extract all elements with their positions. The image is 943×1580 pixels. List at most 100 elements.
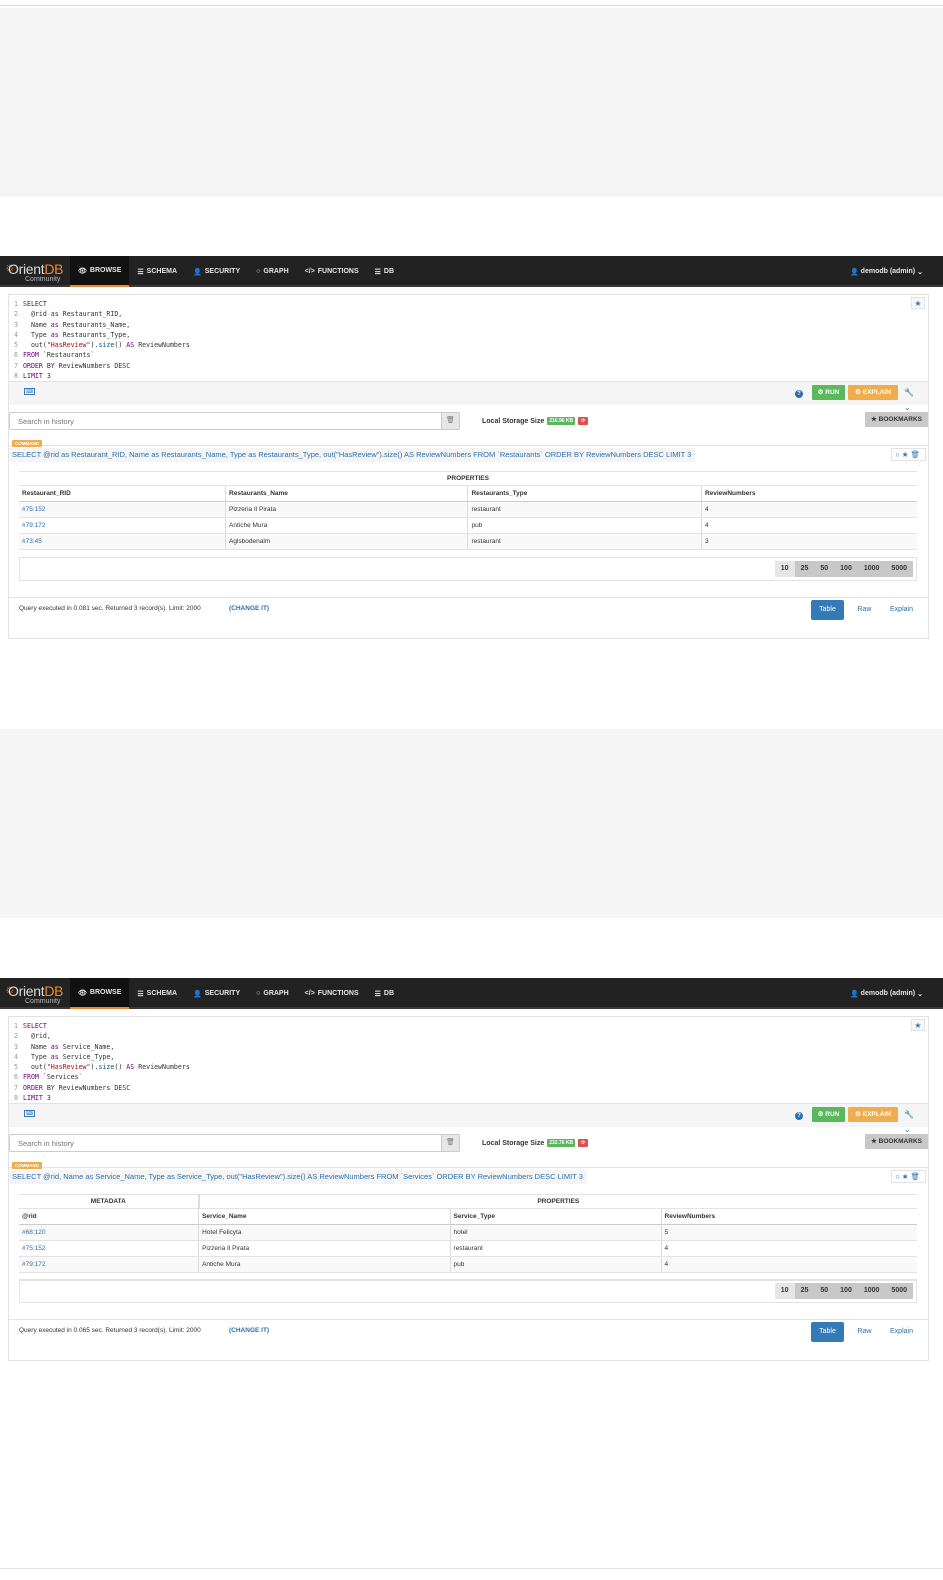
user-menu[interactable]: 👤 demodb (admin) ⌄ <box>850 978 923 1009</box>
code-text: Name as Service_Name, <box>23 1042 115 1051</box>
column-header[interactable]: Service_Type <box>449 1208 662 1225</box>
page-size-option[interactable]: 50 <box>814 1283 834 1299</box>
nav-item-functions[interactable]: </> FUNCTIONS <box>297 978 367 1009</box>
nav-item-label: SECURITY <box>204 268 241 275</box>
history-search: 🗑 <box>9 1134 460 1152</box>
page-size-option[interactable]: 1000 <box>858 1283 886 1299</box>
table-cell: Hotel Felicyta <box>198 1224 451 1241</box>
nav-item-label: BROWSE <box>89 267 122 274</box>
code-line: 4 Type as Restaurants_Type, <box>9 330 914 340</box>
query-editor[interactable]: 1 SELECT 2 @rid, 3 Name as Service_Name, 4 T… <box>9 1021 914 1105</box>
user-menu[interactable]: 👤 demodb (admin) ⌄ <box>850 256 923 287</box>
nav-item-browse[interactable]: 👁 BROWSE <box>70 978 130 1009</box>
change-limit-link[interactable]: (CHANGE IT) <box>229 1327 269 1334</box>
view-tab-explain[interactable]: Explain <box>885 600 918 620</box>
column-header[interactable]: Restaurants_Type <box>467 485 702 502</box>
page-size-option[interactable]: 25 <box>795 561 815 577</box>
line-number: 2 <box>14 310 18 319</box>
run-button[interactable]: ⚙ RUN <box>812 385 845 400</box>
clear-storage-button[interactable]: ⟳ <box>578 1139 589 1147</box>
nav-item-browse[interactable]: 👁 BROWSE <box>70 256 130 287</box>
help-icon[interactable]: ? <box>795 390 803 398</box>
line-number: 7 <box>14 361 18 370</box>
record-id-link[interactable]: #79:172 <box>19 1256 199 1273</box>
column-group-row: METADATA PROPERTIES <box>19 1194 917 1209</box>
bookmark-star-button[interactable]: ★ <box>911 1019 925 1031</box>
nav-item-functions[interactable]: </> FUNCTIONS <box>297 256 367 287</box>
result-actions: ○★🗑 <box>891 448 926 461</box>
bookmarks-button[interactable]: ★ BOOKMARKS <box>865 1134 928 1149</box>
keyboard-icon[interactable]: ⌨ <box>24 388 35 395</box>
page-size-option[interactable]: 10 <box>774 1283 795 1299</box>
bookmarks-button[interactable]: ★ BOOKMARKS <box>865 412 928 427</box>
executed-query[interactable]: SELECT @rid, Name as Service_Name, Type … <box>9 1170 587 1184</box>
column-header[interactable]: Restaurant_RID <box>19 485 226 502</box>
record-id-link[interactable]: #75:152 <box>19 501 226 518</box>
column-header[interactable]: @rid <box>19 1208 199 1225</box>
table-cell: 4 <box>660 1240 917 1257</box>
query-status: Query executed in 0.065 sec. Returned 3 … <box>19 1327 201 1334</box>
column-header[interactable]: ReviewNumbers <box>660 1208 917 1225</box>
settings-wrench-button[interactable]: 🔧⌄ <box>904 385 920 412</box>
page-size-option[interactable]: 100 <box>834 561 858 577</box>
view-tab-table[interactable]: Table <box>811 600 844 620</box>
column-header[interactable]: ReviewNumbers <box>700 485 917 502</box>
help-icon[interactable]: ? <box>795 1112 803 1120</box>
nav-item-security[interactable]: 👤 SECURITY <box>185 256 248 287</box>
bookmark-star-button[interactable]: ★ <box>911 297 925 309</box>
run-button[interactable]: ⚙ RUN <box>812 1107 845 1122</box>
trash-icon[interactable]: 🗑 <box>910 450 922 459</box>
view-tab-explain[interactable]: Explain <box>885 1322 918 1342</box>
page-size-option[interactable]: 10 <box>774 561 795 577</box>
result-footer: Query executed in 0.081 sec. Returned 3 … <box>9 597 928 621</box>
executed-query[interactable]: SELECT @rid as Restaurant_RID, Name as R… <box>9 448 696 462</box>
page-size-option[interactable]: 1000 <box>858 561 886 577</box>
page-size-option[interactable]: 100 <box>834 1283 858 1299</box>
record-id-link[interactable]: #75:152 <box>19 1240 199 1257</box>
clear-storage-button[interactable]: ⟳ <box>578 417 589 425</box>
local-storage-info: Local Storage Size 216.96 KB ⟳ <box>482 417 589 425</box>
clear-history-button[interactable]: 🗑 <box>441 1135 459 1151</box>
nav-item-graph[interactable]: ○ GRAPH <box>248 978 297 1009</box>
page-size-option[interactable]: 25 <box>795 1283 815 1299</box>
view-tabs: Table Raw Explain <box>811 600 918 620</box>
editor-toolbar: ⌨ ? ⚙ RUN ⚙ EXPLAIN 🔧⌄ <box>9 1103 928 1134</box>
view-tab-raw[interactable]: Raw <box>848 1322 881 1342</box>
page-size-option[interactable]: 50 <box>814 561 834 577</box>
change-limit-link[interactable]: (CHANGE IT) <box>229 605 269 612</box>
history-search-input[interactable] <box>10 413 441 429</box>
record-id-link[interactable]: #79:172 <box>19 517 226 534</box>
view-tab-table[interactable]: Table <box>811 1322 844 1342</box>
trash-icon[interactable]: 🗑 <box>910 1172 922 1181</box>
storage-size-badge: 216.96 KB <box>547 417 576 425</box>
nav-item-label: GRAPH <box>263 268 289 275</box>
nav-item-security[interactable]: 👤 SECURITY <box>185 978 248 1009</box>
nav-item-graph[interactable]: ○ GRAPH <box>248 256 297 287</box>
clear-history-button[interactable]: 🗑 <box>441 413 459 429</box>
orientdb-logo[interactable]: ☼ OrientDB Community <box>4 258 64 286</box>
nav-item-db[interactable]: ☰ DB <box>367 256 402 287</box>
line-number: 6 <box>14 1073 18 1082</box>
page-size-option[interactable]: 5000 <box>885 561 913 577</box>
orientdb-screenshot-2: ☼ OrientDB Community 👁 BROWSE ☰ SCHEMA 👤 SECU… <box>0 978 943 1361</box>
orientdb-logo[interactable]: ☼ OrientDB Community <box>4 980 64 1008</box>
query-editor[interactable]: 1 SELECT 2 @rid as Restaurant_RID, 3 Name a… <box>9 299 914 383</box>
record-id-link[interactable]: #68:120 <box>19 1224 199 1241</box>
history-search-input[interactable] <box>10 1135 441 1151</box>
nav-item-db[interactable]: ☰ DB <box>367 978 402 1009</box>
nav-item-schema[interactable]: ☰ SCHEMA <box>129 256 185 287</box>
record-id-link[interactable]: #73:45 <box>19 533 226 550</box>
result-panel: COMMAND SELECT @rid, Name as Service_Nam… <box>9 1162 928 1360</box>
settings-wrench-button[interactable]: 🔧⌄ <box>904 1107 920 1134</box>
explain-button[interactable]: ⚙ EXPLAIN <box>848 385 898 400</box>
view-tab-raw[interactable]: Raw <box>848 600 881 620</box>
column-header[interactable]: Service_Name <box>198 1208 451 1225</box>
code-text: Type as Restaurants_Type, <box>23 330 131 339</box>
keyboard-icon[interactable]: ⌨ <box>24 1110 35 1117</box>
page-size-option[interactable]: 5000 <box>885 1283 913 1299</box>
table-cell: 4 <box>700 501 917 518</box>
page-bottom-border <box>0 1568 943 1569</box>
column-header[interactable]: Restaurants_Name <box>225 485 468 502</box>
nav-item-schema[interactable]: ☰ SCHEMA <box>129 978 185 1009</box>
explain-button[interactable]: ⚙ EXPLAIN <box>848 1107 898 1122</box>
